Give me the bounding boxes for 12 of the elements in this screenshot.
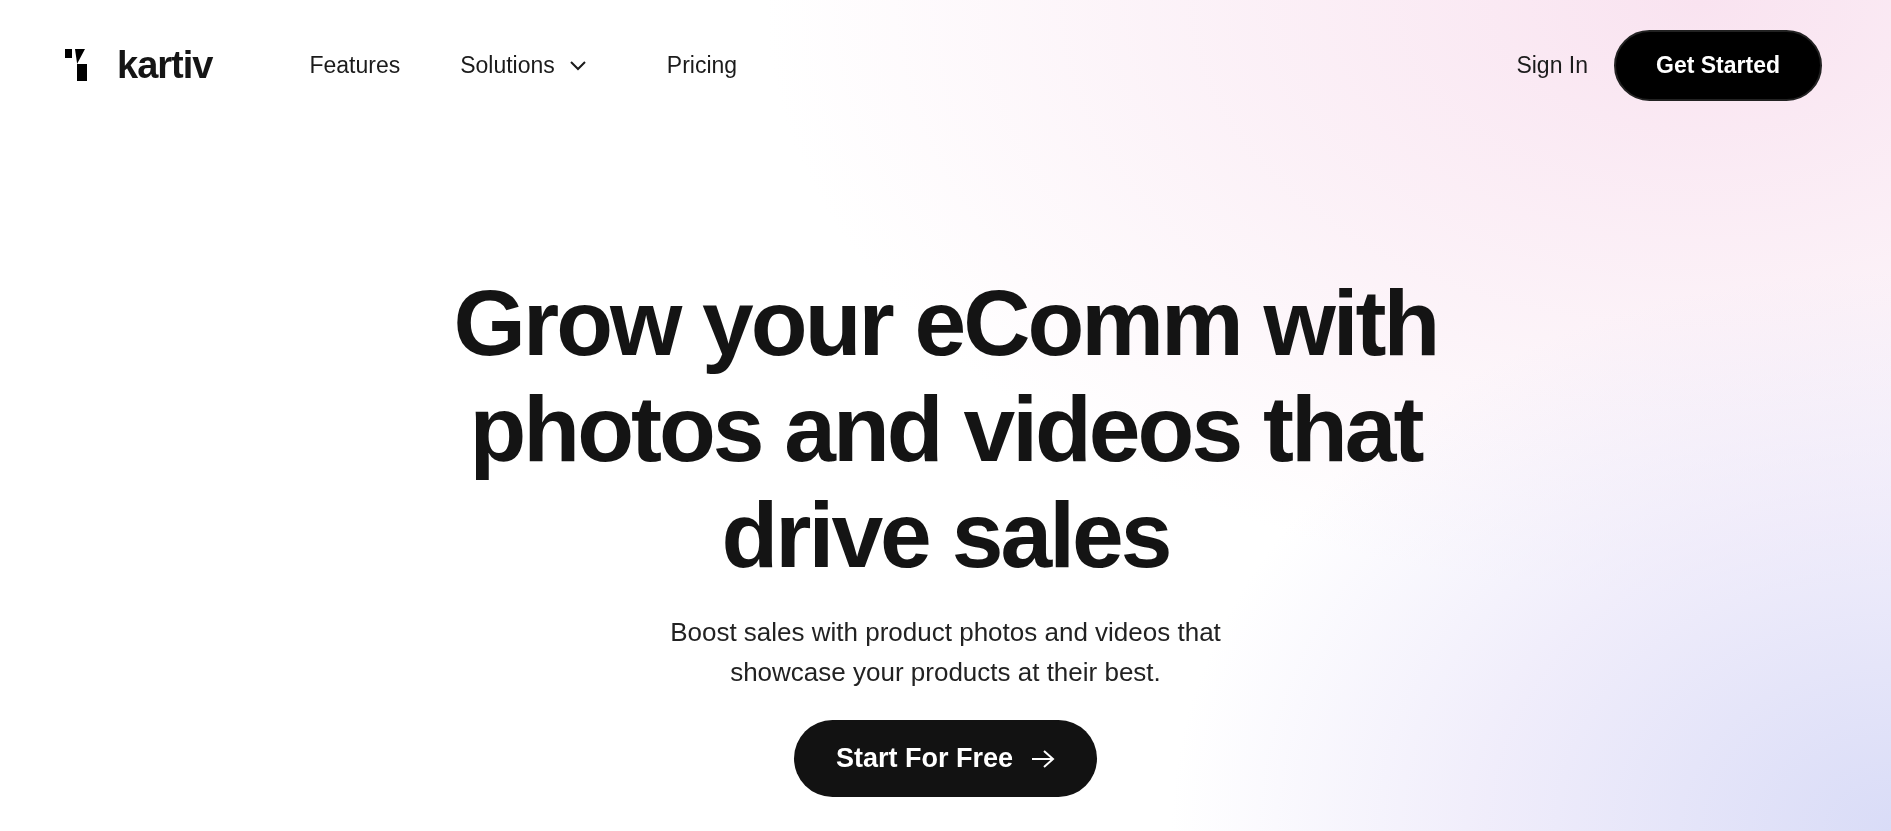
start-for-free-button[interactable]: Start For Free — [793, 720, 1097, 797]
nav-dropdown[interactable]: Solutions — [460, 51, 587, 79]
get-started-button[interactable]: Get Started — [1614, 29, 1822, 101]
chevron-down-icon — [568, 59, 587, 71]
hero-headline: Grow your eComm with photos and videos that drive sales — [453, 270, 1438, 588]
logo-icon — [65, 49, 89, 81]
nav-link[interactable]: Pricing — [666, 51, 738, 79]
hero-subtitle: Boost sales with product photos and videos that showcase your products at their best. — [670, 616, 1221, 689]
nav-link[interactable]: Features — [309, 51, 401, 79]
brand-name[interactable]: kartiv — [117, 43, 213, 87]
arrow-right-icon — [1031, 748, 1055, 769]
sign-in-link[interactable]: Sign In — [1516, 51, 1588, 79]
